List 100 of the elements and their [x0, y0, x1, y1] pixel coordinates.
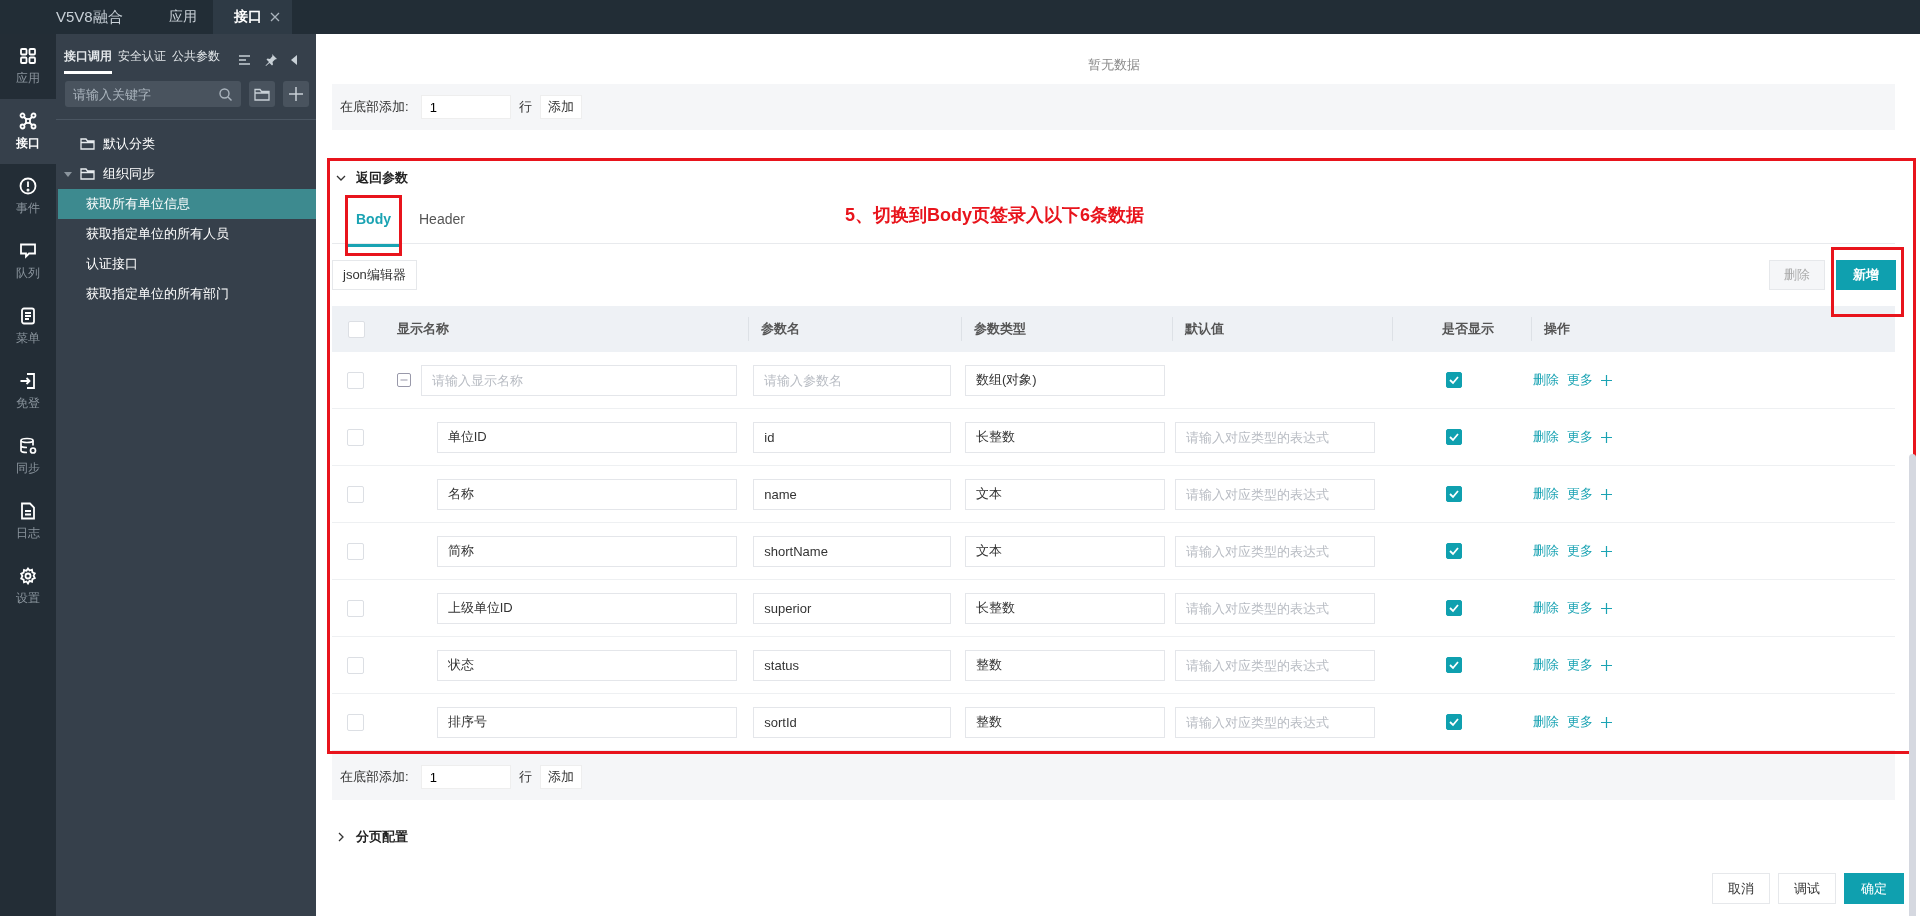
rail-item[interactable]: 应用 — [0, 34, 56, 99]
rail-item[interactable]: 接口 — [0, 99, 56, 164]
tab-label: 接口 — [233, 8, 262, 26]
app-tab[interactable]: 接口 — [212, 0, 292, 34]
add-button[interactable] — [283, 81, 309, 107]
rows-unit-label: 行 — [518, 768, 532, 786]
param-field[interactable]: status — [753, 649, 952, 681]
rail-label: 菜单 — [16, 329, 40, 347]
tree-item[interactable]: 获取指定单位的所有人员 — [58, 219, 318, 249]
network-icon — [19, 111, 37, 130]
tree-folder[interactable]: 默认分类 — [56, 129, 316, 159]
param-field[interactable]: id — [753, 421, 952, 453]
display-name-field[interactable]: 单位ID — [436, 421, 738, 453]
row-count-field[interactable]: 1 — [420, 765, 511, 789]
rail-label: 设置 — [16, 589, 40, 607]
tree-item[interactable]: 认证接口 — [58, 249, 318, 279]
plus-icon[interactable] — [1601, 716, 1613, 728]
display-name-field[interactable]: 名称 — [436, 478, 738, 510]
search-icon — [219, 88, 232, 101]
rail-item[interactable]: 事件 — [0, 164, 56, 229]
rail-label: 接口 — [16, 134, 40, 152]
tab-label: 应用 — [168, 8, 197, 26]
type-field[interactable]: 数组(对象) — [964, 364, 1165, 396]
add-button[interactable]: 添加 — [539, 765, 582, 789]
empty-text: 暂无数据 — [1087, 56, 1140, 74]
chat-icon — [19, 241, 37, 260]
rail-item[interactable]: 同步 — [0, 424, 56, 489]
type-field[interactable]: 整数 — [964, 706, 1165, 738]
tree-folder[interactable]: 组织同步 — [56, 159, 316, 189]
collapse-icon[interactable] — [291, 55, 297, 65]
search-field[interactable]: 请输入关键字 — [65, 81, 241, 107]
display-name-field[interactable]: 请输入显示名称 — [420, 364, 738, 396]
file-icon — [19, 501, 37, 520]
display-name-field[interactable]: 排序号 — [436, 706, 738, 738]
tree-item[interactable]: 获取所有单位信息 — [58, 189, 318, 219]
param-field[interactable]: superior — [753, 592, 952, 624]
rail-label: 事件 — [16, 199, 40, 217]
folder-icon — [80, 138, 95, 150]
default-value-field[interactable]: 请输入对应类型的表达式 — [1174, 535, 1375, 567]
default-value-field[interactable]: 请输入对应类型的表达式 — [1174, 706, 1375, 738]
param-field[interactable]: name — [753, 478, 952, 510]
section-header[interactable]: 分页配置 — [332, 820, 1895, 854]
column-header: 默认值 — [1185, 320, 1224, 338]
default-value-field[interactable]: 请输入对应类型的表达式 — [1174, 649, 1375, 681]
footer-button[interactable]: 调试 — [1778, 873, 1836, 904]
type-field[interactable]: 整数 — [964, 649, 1165, 681]
plus-icon[interactable] — [1601, 488, 1613, 500]
plus-icon[interactable] — [1601, 545, 1613, 557]
scrollbar[interactable] — [1909, 454, 1916, 916]
plus-icon[interactable] — [1601, 374, 1613, 386]
section-title: 返回参数 — [356, 169, 408, 187]
rail-item[interactable]: 日志 — [0, 489, 56, 554]
sidebar-tab[interactable]: 接口调用 — [64, 46, 112, 74]
rail-label: 同步 — [16, 459, 40, 477]
close-icon[interactable] — [269, 12, 280, 22]
plus-icon[interactable] — [1601, 602, 1613, 614]
column-header: 显示名称 — [397, 320, 449, 338]
type-field[interactable]: 长整数 — [964, 592, 1165, 624]
type-field[interactable]: 文本 — [964, 535, 1165, 567]
checkbox[interactable] — [1446, 429, 1463, 445]
rail-label: 免登 — [16, 394, 40, 412]
row-count-field[interactable]: 1 — [420, 95, 511, 119]
section-header[interactable]: 返回参数 — [332, 161, 1895, 195]
param-field[interactable]: 请输入参数名 — [753, 364, 952, 396]
plus-icon[interactable] — [1601, 659, 1613, 671]
rail-item[interactable]: 队列 — [0, 229, 56, 294]
checkbox[interactable] — [1446, 486, 1463, 502]
tree-item[interactable]: 获取指定单位的所有部门 — [58, 279, 318, 309]
align-icon[interactable] — [238, 54, 251, 66]
display-name-field[interactable]: 上级单位ID — [436, 592, 738, 624]
default-value-field[interactable]: 请输入对应类型的表达式 — [1174, 592, 1375, 624]
pin-icon[interactable] — [265, 54, 277, 66]
default-value-field[interactable]: 请输入对应类型的表达式 — [1174, 478, 1375, 510]
checkbox[interactable] — [1446, 372, 1463, 388]
display-name-field[interactable]: 状态 — [436, 649, 738, 681]
checkbox[interactable] — [1446, 657, 1463, 673]
param-field[interactable]: shortName — [753, 535, 952, 567]
rail-item[interactable]: 设置 — [0, 554, 56, 619]
app-tab[interactable]: 应用 — [152, 0, 213, 34]
param-field[interactable]: sortId — [753, 706, 952, 738]
rail-item[interactable]: 菜单 — [0, 294, 56, 359]
add-rows-label: 在底部添加: — [340, 768, 409, 786]
add-button[interactable]: 添加 — [539, 95, 582, 119]
sidebar-tab[interactable]: 安全认证 — [118, 46, 166, 74]
display-name-field[interactable]: 简称 — [436, 535, 738, 567]
type-field[interactable]: 文本 — [964, 478, 1165, 510]
settings-icon — [19, 566, 37, 585]
rail-item[interactable]: 免登 — [0, 359, 56, 424]
sidebar-tab[interactable]: 公共参数 — [172, 46, 220, 74]
plus-icon[interactable] — [1601, 431, 1613, 443]
type-field[interactable]: 长整数 — [964, 421, 1165, 453]
checkbox[interactable] — [1446, 600, 1463, 616]
default-value-field[interactable]: 请输入对应类型的表达式 — [1174, 421, 1375, 453]
chevron-icon — [336, 173, 346, 183]
new-folder-button[interactable] — [249, 81, 275, 107]
footer-button[interactable]: 取消 — [1712, 873, 1770, 904]
checkbox[interactable] — [1446, 714, 1463, 730]
checkbox[interactable] — [1446, 543, 1463, 559]
json-editor-button[interactable]: json编辑器 — [332, 260, 417, 290]
body-tab[interactable]: Header — [408, 195, 476, 243]
